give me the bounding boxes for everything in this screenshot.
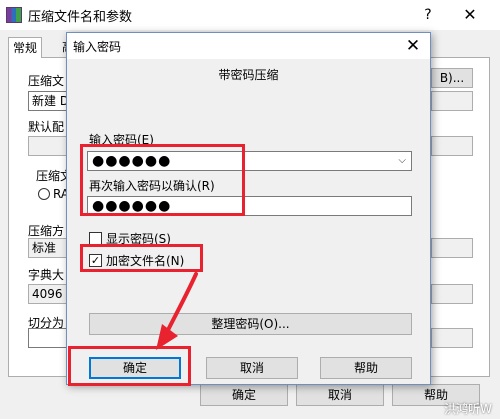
default-profile-label: 默认配 <box>28 120 65 134</box>
background-cancel-button[interactable]: 取消 <box>296 384 384 406</box>
compression-method-field[interactable]: 标准 <box>28 238 68 258</box>
dictionary-dropdown[interactable] <box>431 284 473 304</box>
dictionary-size-label: 字典大 <box>28 268 65 282</box>
dialog-help-button[interactable]: 帮助 <box>320 357 412 379</box>
compression-method-label: 压缩方 <box>28 224 65 238</box>
archive-name-field[interactable]: 新建 D <box>28 91 68 111</box>
background-help-button[interactable]: ? <box>418 4 438 26</box>
archive-name-dropdown[interactable] <box>431 91 473 111</box>
chevron-down-icon[interactable]: ⌵ <box>398 155 406 166</box>
tab-general[interactable]: 常规 <box>8 37 43 58</box>
winrar-app-icon <box>6 7 22 23</box>
profile-field[interactable] <box>28 136 68 156</box>
red-arrow-icon <box>156 272 198 350</box>
dialog-header: 带密码压缩 <box>218 68 279 82</box>
arrow-shaft <box>164 272 198 336</box>
profile-button[interactable] <box>431 136 473 156</box>
arrow-head <box>156 324 178 350</box>
split-volume-dropdown[interactable] <box>431 328 473 348</box>
dialog-title: 输入密码 <box>73 40 122 54</box>
watermark: 洪鸿听W <box>444 402 492 416</box>
encrypt-annotation-box <box>80 244 203 272</box>
split-volume-field[interactable] <box>28 328 68 348</box>
dialog-close-button[interactable]: ✕ <box>401 35 425 57</box>
dialog-titlebar <box>67 33 430 59</box>
dictionary-size-field[interactable]: 4096 I <box>28 284 68 304</box>
browse-button[interactable]: B)... <box>431 68 473 88</box>
format-radio[interactable] <box>38 188 50 200</box>
background-ok-button[interactable]: 确定 <box>200 384 288 406</box>
method-dropdown[interactable] <box>431 238 473 258</box>
background-window-title: 压缩文件名和参数 <box>28 10 133 25</box>
dialog-cancel-button[interactable]: 取消 <box>206 357 298 379</box>
background-close-button[interactable]: ✕ <box>458 4 482 26</box>
password-annotation-box <box>80 144 245 216</box>
organize-passwords-button[interactable]: 整理密码(O)... <box>89 313 412 335</box>
archive-name-label: 压缩文 <box>28 74 65 88</box>
